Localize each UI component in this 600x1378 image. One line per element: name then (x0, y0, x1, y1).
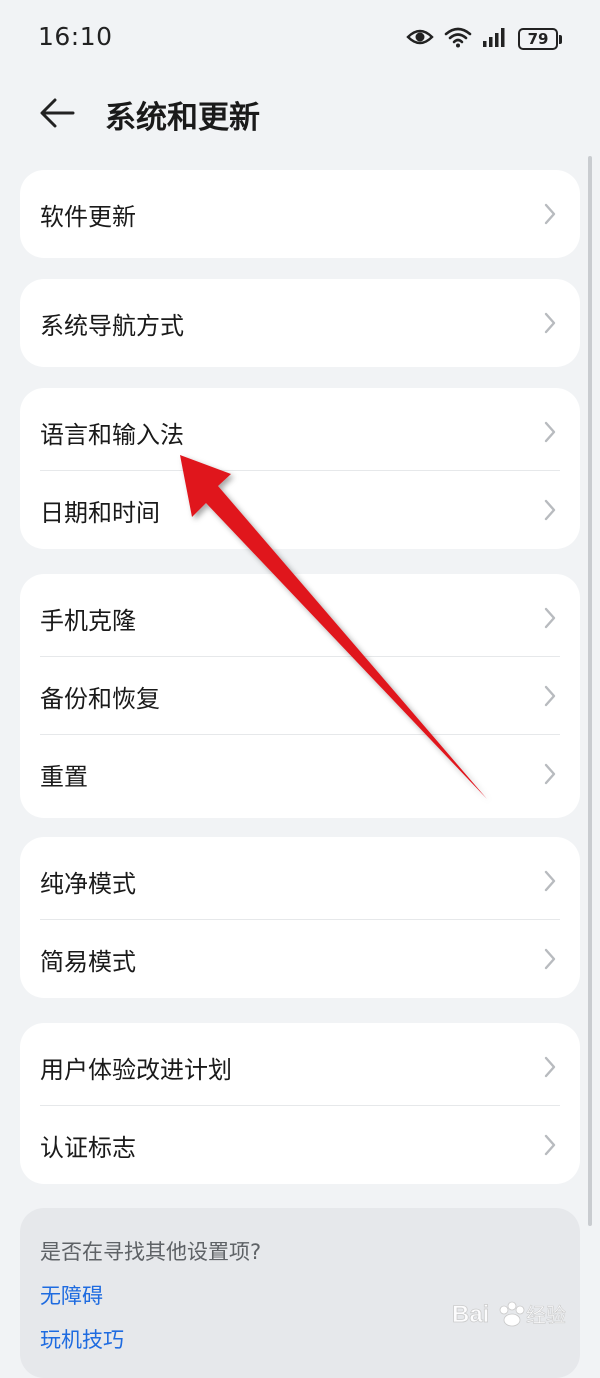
status-icons: 79 (406, 24, 562, 54)
language-input-item[interactable]: 语言和输入法 (20, 393, 580, 471)
chevron-right-icon (542, 202, 558, 226)
item-label: 系统导航方式 (40, 311, 184, 340)
suggestions-title: 是否在寻找其他设置项? (40, 1240, 262, 1264)
software-update-item[interactable]: 软件更新 (20, 170, 580, 258)
item-label: 简易模式 (40, 947, 136, 976)
phone-clone-item[interactable]: 手机克隆 (20, 579, 580, 657)
chevron-right-icon (542, 1133, 558, 1157)
chevron-right-icon (542, 762, 558, 786)
status-time: 16:10 (38, 22, 113, 51)
pure-mode-item[interactable]: 纯净模式 (20, 842, 580, 920)
header: 系统和更新 (0, 80, 600, 146)
battery-icon: 79 (518, 28, 562, 50)
item-label: 用户体验改进计划 (40, 1055, 232, 1084)
baidu-watermark-logo: Bai 经验 (452, 1290, 568, 1338)
reset-item[interactable]: 重置 (20, 735, 580, 813)
item-label: 日期和时间 (40, 498, 160, 527)
settings-group-5: 纯净模式 简易模式 (20, 837, 580, 998)
status-bar: 16:10 79 (0, 0, 600, 76)
settings-group-3: 语言和输入法 日期和时间 (20, 388, 580, 549)
chevron-right-icon (542, 498, 558, 522)
svg-text:经验: 经验 (526, 1304, 566, 1327)
signal-icon (482, 27, 508, 51)
chevron-right-icon (542, 311, 558, 335)
backup-restore-item[interactable]: 备份和恢复 (20, 657, 580, 735)
wifi-icon (444, 26, 472, 52)
settings-group-2: 系统导航方式 (20, 279, 580, 367)
item-label: 备份和恢复 (40, 684, 160, 713)
chevron-right-icon (542, 420, 558, 444)
back-arrow-icon (40, 98, 75, 128)
chevron-right-icon (542, 869, 558, 893)
battery-level: 79 (518, 28, 558, 50)
item-label: 纯净模式 (40, 869, 136, 898)
date-time-item[interactable]: 日期和时间 (20, 471, 580, 549)
item-label: 手机克隆 (40, 606, 136, 635)
chevron-right-icon (542, 1055, 558, 1079)
tips-link[interactable]: 玩机技巧 (40, 1324, 124, 1354)
chevron-right-icon (542, 947, 558, 971)
item-label: 语言和输入法 (40, 420, 184, 449)
scrollbar[interactable] (588, 156, 592, 1226)
system-navigation-item[interactable]: 系统导航方式 (20, 279, 580, 367)
certification-item[interactable]: 认证标志 (20, 1106, 580, 1184)
item-label: 认证标志 (40, 1133, 136, 1162)
settings-group-6: 用户体验改进计划 认证标志 (20, 1023, 580, 1184)
simple-mode-item[interactable]: 简易模式 (20, 920, 580, 998)
eye-icon (406, 27, 434, 51)
chevron-right-icon (542, 684, 558, 708)
settings-group-4: 手机克隆 备份和恢复 重置 (20, 574, 580, 818)
accessibility-link[interactable]: 无障碍 (40, 1280, 103, 1310)
item-label: 重置 (40, 762, 88, 791)
svg-text:Bai: Bai (452, 1301, 489, 1328)
page-title: 系统和更新 (105, 100, 260, 136)
settings-group-1: 软件更新 (20, 170, 580, 258)
chevron-right-icon (542, 606, 558, 630)
item-label: 软件更新 (40, 202, 136, 231)
user-experience-item[interactable]: 用户体验改进计划 (20, 1028, 580, 1106)
back-button[interactable] (32, 90, 82, 136)
